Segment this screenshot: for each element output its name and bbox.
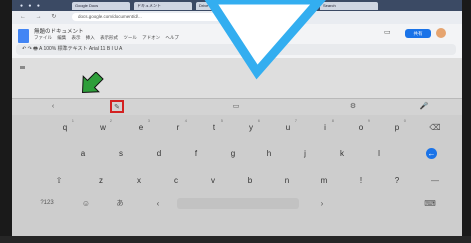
symbols-key[interactable]: ?123 (32, 195, 62, 212)
key-f[interactable]: f (183, 145, 209, 162)
key-h[interactable]: h (256, 145, 282, 162)
menu-view[interactable]: 表示 (72, 35, 81, 40)
key-dash[interactable]: — (422, 172, 448, 189)
key-hint: 9 (367, 118, 370, 123)
shift-icon[interactable]: ⇧ (46, 172, 72, 189)
key-label: u (285, 123, 291, 132)
keyboard-toolbar: ‹ ✎ ▭ ⚙ 🎤 (12, 98, 462, 116)
comments-icon[interactable]: ▭ (384, 28, 391, 36)
share-button[interactable]: 共有 (405, 29, 431, 38)
image-icon[interactable]: ▭ (230, 101, 242, 113)
key-c[interactable]: c (163, 172, 189, 189)
key-i[interactable]: i8 (312, 118, 338, 136)
key-d[interactable]: d (146, 145, 172, 162)
key-n[interactable]: n (274, 172, 300, 189)
key-w[interactable]: w2 (90, 118, 116, 136)
key-m[interactable]: m (311, 172, 337, 189)
menu-insert[interactable]: 挿入 (86, 35, 95, 40)
key-s[interactable]: s (108, 145, 134, 162)
key-y[interactable]: y6 (238, 118, 264, 136)
key-label: i (324, 123, 326, 132)
key-q[interactable]: q1 (52, 118, 78, 136)
key-label: e (138, 123, 144, 132)
key-g[interactable]: g (220, 145, 246, 162)
key-label: o (358, 123, 364, 132)
menu-file[interactable]: ファイル (34, 35, 52, 40)
window-controls: ● ● ● (20, 3, 42, 9)
key-hint: 6 (257, 118, 260, 123)
settings-icon[interactable]: ⚙ (347, 101, 359, 113)
emoji-icon[interactable]: ☺ (76, 195, 96, 212)
key-e[interactable]: e3 (128, 118, 154, 136)
key-hint: 1 (71, 118, 74, 123)
key-label: y (249, 123, 253, 132)
key-j[interactable]: j (292, 145, 318, 162)
key-exclamation[interactable]: ! (348, 172, 374, 189)
key-hint: 5 (220, 118, 223, 123)
toolbar-back-icon[interactable]: ‹ (48, 101, 58, 113)
cursor-left-key[interactable]: ‹ (148, 195, 168, 212)
menu-tools[interactable]: ツール (123, 35, 137, 40)
tab-1[interactable]: ドキュメント (134, 2, 192, 10)
key-label: p (394, 123, 400, 132)
key-hint: 2 (109, 118, 112, 123)
space-bar[interactable] (177, 198, 299, 209)
key-label: q (62, 123, 68, 132)
nav-buttons[interactable]: ← → ↻ (20, 13, 60, 20)
avatar[interactable] (436, 28, 446, 38)
key-l[interactable]: l (366, 145, 392, 162)
key-p[interactable]: p0 (384, 118, 410, 136)
key-b[interactable]: b (237, 172, 263, 189)
docs-menu-bar: ファイル 編集 表示 挿入 表示形式 ツール アドオン ヘルプ (34, 35, 183, 41)
key-hint: 4 (184, 118, 187, 123)
key-question[interactable]: ? (384, 172, 410, 189)
key-label: w (100, 123, 106, 132)
tab-0[interactable]: Google Docs (72, 2, 130, 10)
docs-logo-icon[interactable] (18, 29, 29, 43)
key-t[interactable]: t5 (201, 118, 227, 136)
key-k[interactable]: k (329, 145, 355, 162)
key-hint: 8 (331, 118, 334, 123)
menu-help[interactable]: ヘルプ (165, 35, 179, 40)
key-x[interactable]: x (126, 172, 152, 189)
cursor-right-key[interactable]: › (312, 195, 332, 212)
menu-edit[interactable]: 編集 (57, 35, 66, 40)
key-label: t (212, 123, 216, 132)
language-key[interactable]: あ (110, 195, 130, 212)
key-z[interactable]: z (88, 172, 114, 189)
key-a[interactable]: a (70, 145, 96, 162)
backspace-icon[interactable]: ⌫ (422, 119, 448, 136)
large-down-arrow-icon (204, 0, 326, 80)
key-u[interactable]: u7 (275, 118, 301, 136)
hide-keyboard-icon[interactable]: ⌨ (420, 195, 440, 212)
device-bezel (0, 236, 471, 243)
key-hint: 0 (403, 118, 406, 123)
menu-format[interactable]: 表示形式 (100, 35, 118, 40)
menu-addons[interactable]: アドオン (142, 35, 160, 40)
on-screen-keyboard: q1 w2 e3 r4 t5 y6 u7 i8 o9 p0 ⌫ a s d f … (12, 115, 462, 236)
document-title[interactable]: 無題のドキュメント (34, 27, 84, 35)
key-hint: 3 (147, 118, 150, 123)
key-o[interactable]: o9 (348, 118, 374, 136)
handwriting-icon[interactable]: ✎ (110, 100, 124, 113)
enter-icon[interactable]: ← (426, 148, 437, 159)
green-pointer-arrow-icon (81, 72, 104, 94)
key-r[interactable]: r4 (165, 118, 191, 136)
mic-icon[interactable]: 🎤 (418, 101, 430, 113)
key-hint: 7 (294, 118, 297, 123)
key-label: r (176, 123, 180, 132)
key-v[interactable]: v (200, 172, 226, 189)
ruler-marker (20, 66, 25, 69)
